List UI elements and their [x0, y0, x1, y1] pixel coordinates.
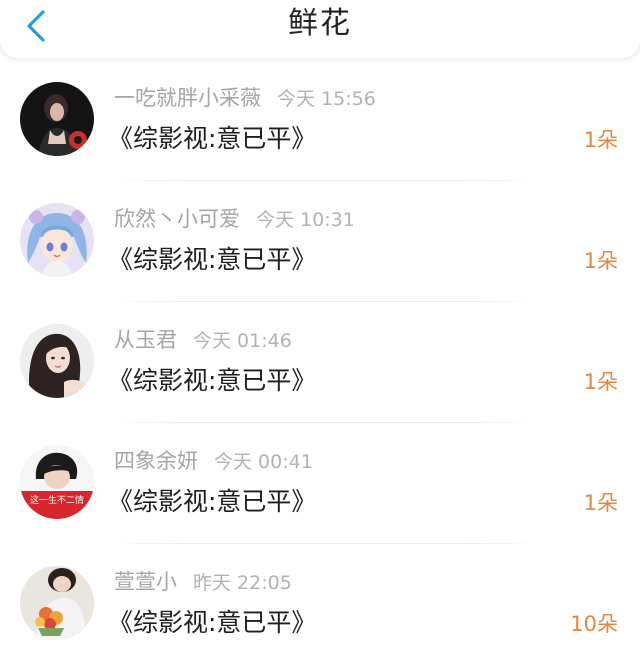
list-item[interactable]: 这一生不二情 四象余妍 今天 00:41 《综影视:意已平》 1朵 — [0, 423, 640, 544]
avatar[interactable]: 这一生不二情 — [20, 445, 94, 519]
flower-list: 一吃就胖小采薇 今天 15:56 《综影视:意已平》 1朵 欣然丶小可爱 今天 … — [0, 60, 640, 652]
flower-count: 1朵 — [583, 249, 618, 273]
gift-time: 昨天 22:05 — [193, 572, 292, 594]
flower-count: 1朵 — [583, 491, 618, 515]
flower-count: 1朵 — [583, 128, 618, 152]
book-title: 《综影视:意已平》 — [108, 366, 317, 395]
list-item[interactable]: 欣然丶小可爱 今天 10:31 《综影视:意已平》 1朵 — [0, 181, 640, 302]
avatar[interactable] — [20, 566, 94, 640]
flower-count: 10朵 — [570, 612, 618, 636]
user-name: 一吃就胖小采薇 今天 15:56 — [114, 86, 376, 110]
gift-time: 今天 10:31 — [256, 209, 355, 231]
book-title: 《综影视:意已平》 — [108, 608, 317, 637]
gift-time: 今天 00:41 — [214, 451, 313, 473]
flowers-page: 鲜花 一吃就胖小采薇 今天 15:56 《综影视:意已平》 1朵 欣然丶小可爱 … — [0, 0, 640, 652]
avatar[interactable] — [20, 203, 94, 277]
gift-time: 今天 01:46 — [193, 330, 292, 352]
page-title: 鲜花 — [288, 6, 352, 41]
user-name: 从玉君 今天 01:46 — [114, 328, 292, 352]
nav-header: 鲜花 — [0, 0, 640, 58]
book-title: 《综影视:意已平》 — [108, 124, 317, 153]
list-item[interactable]: 从玉君 今天 01:46 《综影视:意已平》 1朵 — [0, 302, 640, 423]
book-title: 《综影视:意已平》 — [108, 245, 317, 274]
book-title: 《综影视:意已平》 — [108, 487, 317, 516]
user-name: 欣然丶小可爱 今天 10:31 — [114, 207, 355, 231]
list-item[interactable]: 萱萱小 昨天 22:05 《综影视:意已平》 10朵 — [0, 544, 640, 652]
user-name: 萱萱小 昨天 22:05 — [114, 570, 292, 594]
flower-count: 1朵 — [583, 370, 618, 394]
gift-time: 今天 15:56 — [277, 88, 376, 110]
avatar[interactable] — [20, 82, 94, 156]
user-name: 四象余妍 今天 00:41 — [114, 449, 313, 473]
list-item[interactable]: 一吃就胖小采薇 今天 15:56 《综影视:意已平》 1朵 — [0, 60, 640, 181]
avatar[interactable] — [20, 324, 94, 398]
avatar-caption: 这一生不二情 — [30, 494, 84, 506]
